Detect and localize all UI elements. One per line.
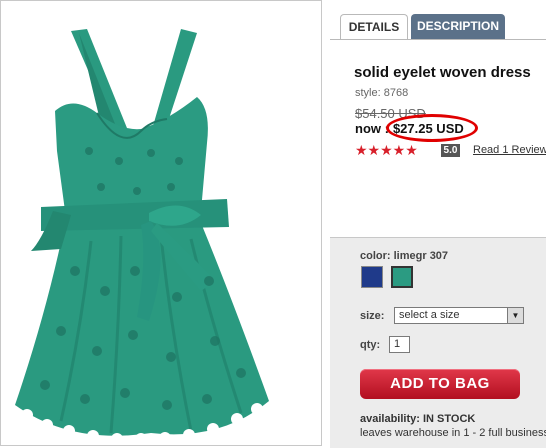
dress-illustration: [15, 29, 269, 445]
product-title: solid eyelet woven dress: [354, 64, 531, 81]
star-rating-icon: ★★★★★: [355, 142, 418, 158]
color-value: limegr 307: [393, 250, 449, 262]
style-number: style: 8768: [355, 87, 409, 99]
size-label: size:: [360, 310, 385, 322]
chevron-down-icon[interactable]: ▼: [507, 308, 523, 323]
size-select-value: select a size: [399, 309, 460, 321]
product-image[interactable]: [0, 0, 322, 446]
tab-description[interactable]: DESCRIPTION: [411, 14, 505, 39]
availability-label: availability:: [360, 413, 420, 425]
add-to-bag-button[interactable]: ADD TO BAG: [360, 369, 520, 399]
color-label-prefix: color:: [360, 250, 391, 262]
size-select[interactable]: select a size ▼: [394, 307, 524, 324]
availability-value: IN STOCK: [422, 413, 476, 425]
quantity-input[interactable]: 1: [389, 336, 410, 353]
color-swatch-limegr[interactable]: [391, 266, 413, 288]
shipping-note: leaves warehouse in 1 - 2 full business …: [360, 427, 546, 439]
color-swatch-navy[interactable]: [361, 266, 383, 288]
availability-status: availability: IN STOCK: [360, 413, 475, 425]
purchase-options-panel: color: limegr 307 size: select a size ▼ …: [330, 237, 546, 448]
price-highlight-circle: [386, 114, 478, 142]
read-reviews-link[interactable]: Read 1 Review: [473, 144, 546, 156]
tab-divider: [330, 39, 546, 40]
tab-details[interactable]: DETAILS: [340, 14, 408, 40]
sale-price-prefix: now :: [355, 121, 389, 136]
color-label: color: limegr 307: [360, 250, 448, 262]
qty-label: qty:: [360, 339, 381, 351]
rating-badge: 5.0: [441, 144, 460, 157]
